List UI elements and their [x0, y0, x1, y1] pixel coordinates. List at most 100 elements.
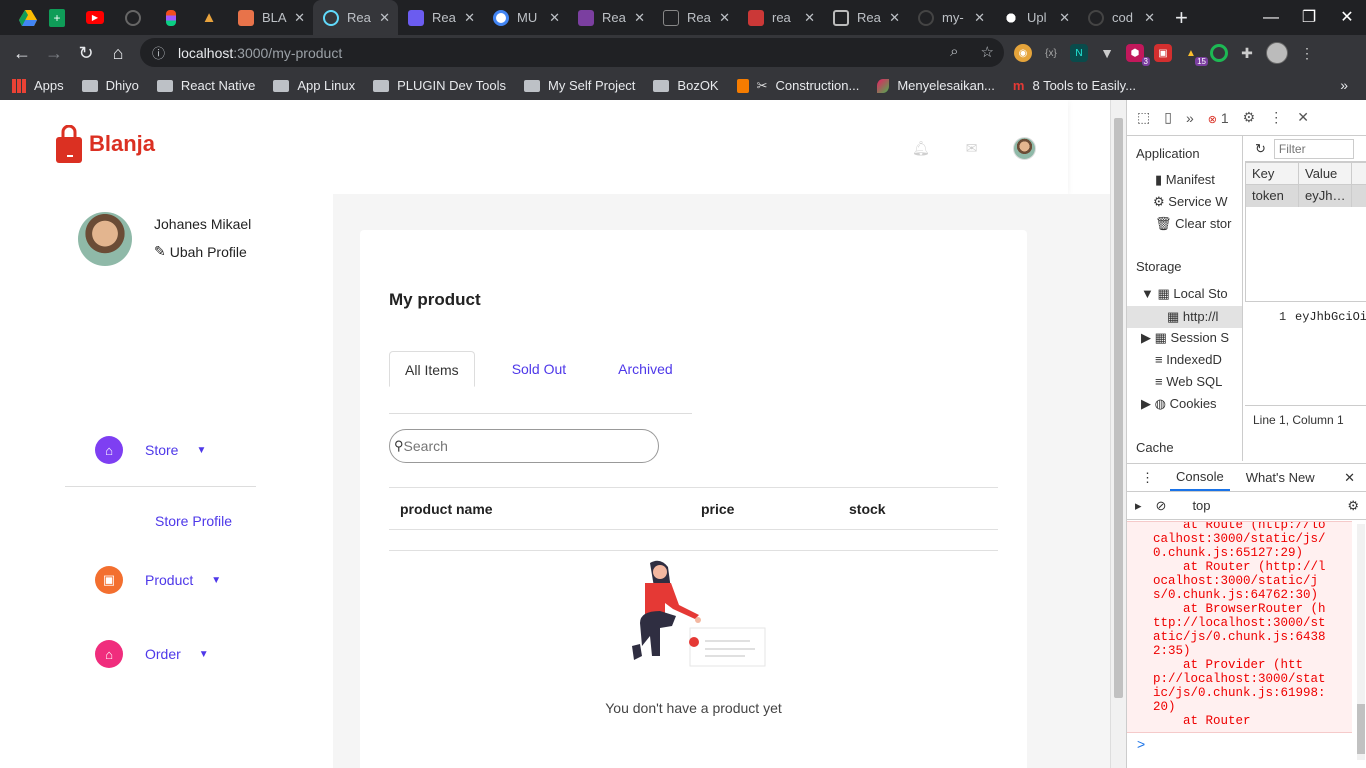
star-bookmark-icon[interactable]: ☆: [981, 43, 994, 61]
bookmark-folder[interactable]: App Linux: [273, 78, 355, 93]
minimize-icon[interactable]: —: [1252, 0, 1290, 35]
tab-8[interactable]: my- ✕: [908, 0, 993, 35]
close-icon[interactable]: ✕: [294, 10, 305, 26]
omnibox[interactable]: ⓘ localhost:3000/my-product ⌕ ☆: [140, 38, 1004, 67]
extension-gift-icon[interactable]: ▣: [1154, 44, 1172, 62]
close-icon[interactable]: ✕: [804, 10, 815, 26]
tab-7[interactable]: Rea ✕: [823, 0, 908, 35]
bookmark-folder[interactable]: React Native: [156, 78, 255, 93]
console-prompt[interactable]: >: [1137, 736, 1145, 752]
cookies-item[interactable]: ▶ ◍ Cookies: [1141, 396, 1217, 412]
close-icon[interactable]: ✕: [719, 10, 730, 26]
settings-gear-icon[interactable]: ⚙: [1243, 109, 1256, 126]
extension-owl-icon[interactable]: ◉: [1014, 44, 1032, 62]
tab-4[interactable]: Rea ✕: [568, 0, 653, 35]
close-drawer-icon[interactable]: ✕: [1344, 470, 1355, 486]
service-workers-item[interactable]: ⚙ Service W: [1153, 194, 1228, 210]
new-tab-plus-icon[interactable]: +: [1175, 5, 1188, 31]
tab-6[interactable]: rea ✕: [738, 0, 823, 35]
tab-1-active[interactable]: Rea ✕: [313, 0, 398, 35]
extension-vue-icon[interactable]: ▼: [1098, 44, 1116, 62]
close-icon[interactable]: ✕: [1059, 10, 1070, 26]
more-bookmarks-icon[interactable]: »: [1340, 77, 1348, 93]
tab-9[interactable]: Upl ✕: [993, 0, 1078, 35]
pinned-tab-figma[interactable]: [152, 0, 190, 35]
extension-braces-icon[interactable]: {x}: [1042, 44, 1060, 62]
close-icon[interactable]: ✕: [464, 10, 475, 26]
console-scrollbar[interactable]: [1357, 524, 1365, 760]
websql-item[interactable]: ≡ Web SQL: [1155, 374, 1222, 389]
scrollbar-thumb[interactable]: [1114, 118, 1123, 698]
back-arrow-icon[interactable]: ←: [6, 43, 38, 64]
chrome-menu-icon[interactable]: ⋮: [1298, 44, 1316, 62]
sidebar-item-store[interactable]: ⌂ Store ▼: [95, 436, 206, 464]
close-icon[interactable]: ✕: [379, 10, 390, 26]
tab-5[interactable]: Rea ✕: [653, 0, 738, 35]
tab-2[interactable]: Rea ✕: [398, 0, 483, 35]
refresh-icon[interactable]: ↻: [1255, 141, 1266, 157]
sidebar-subitem-store-profile[interactable]: Store Profile: [155, 513, 232, 529]
sidebar-item-product[interactable]: ▣ Product ▼: [95, 566, 221, 594]
value-preview-text[interactable]: eyJhbGciOi: [1295, 310, 1366, 324]
table-row[interactable]: token eyJh…: [1246, 185, 1366, 207]
url-text[interactable]: localhost:3000/my-product: [178, 45, 342, 61]
extension-n-icon[interactable]: N: [1070, 44, 1088, 62]
console-settings-icon[interactable]: ⚙: [1347, 498, 1359, 514]
search-input[interactable]: [403, 438, 624, 454]
indexeddb-item[interactable]: ≡ IndexedD: [1155, 352, 1222, 367]
context-selector[interactable]: top: [1192, 498, 1210, 513]
tab-whats-new[interactable]: What's New: [1246, 470, 1315, 485]
zoom-search-icon[interactable]: ⌕: [950, 43, 958, 61]
forward-arrow-icon[interactable]: →: [38, 43, 70, 64]
bookmark-folder[interactable]: BozOK: [653, 78, 719, 93]
sidebar-toggle-icon[interactable]: ▸: [1135, 498, 1142, 514]
tab-sold-out[interactable]: Sold Out: [497, 351, 581, 387]
scrollbar-thumb[interactable]: [1357, 704, 1365, 754]
tab-all-items[interactable]: All Items: [389, 351, 475, 387]
bookmark-link[interactable]: Menyelesaikan...: [877, 78, 995, 93]
clear-storage-item[interactable]: 🗑︎ Clear stor: [1155, 216, 1232, 232]
tab-0[interactable]: BLA ✕: [228, 0, 313, 35]
close-devtools-icon[interactable]: ✕: [1297, 109, 1309, 126]
clear-console-icon[interactable]: ⊘: [1156, 498, 1167, 514]
pinned-tab-misc[interactable]: ▲: [190, 0, 228, 35]
bookmark-apps[interactable]: Apps: [12, 78, 64, 93]
maximize-icon[interactable]: ❐: [1290, 0, 1328, 35]
extension-warning-icon[interactable]: ▲ 15: [1182, 44, 1208, 66]
bookmark-link[interactable]: ✂ Construction...: [736, 78, 859, 94]
manifest-item[interactable]: ▮ Manifest: [1155, 172, 1215, 188]
bookmark-folder[interactable]: Dhiyo: [81, 78, 139, 93]
edit-profile-link[interactable]: ✎ Ubah Profile: [154, 243, 247, 260]
pinned-tab-drive[interactable]: [18, 8, 38, 28]
brand-logo[interactable]: Blanja: [55, 125, 155, 163]
local-storage-origin-item[interactable]: ▦ http://l: [1127, 306, 1242, 328]
inspect-element-icon[interactable]: ⬚: [1137, 109, 1150, 126]
close-icon[interactable]: ✕: [634, 10, 645, 26]
extension-badge-icon[interactable]: ⬢ 3: [1126, 44, 1150, 66]
home-icon[interactable]: ⌂: [102, 43, 134, 64]
reload-icon[interactable]: ↻: [70, 43, 102, 64]
close-icon[interactable]: ✕: [889, 10, 900, 26]
tab-console[interactable]: Console: [1170, 464, 1230, 491]
bookmark-folder[interactable]: My Self Project: [524, 78, 635, 93]
tab-3[interactable]: MU ✕: [483, 0, 568, 35]
bookmark-folder[interactable]: PLUGIN Dev Tools: [373, 78, 506, 93]
page-scrollbar[interactable]: [1110, 100, 1126, 768]
session-storage-item[interactable]: ▶ ▦ Session S: [1141, 330, 1229, 346]
local-storage-item[interactable]: ▼ ▦ Local Sto: [1141, 286, 1228, 302]
error-counter[interactable]: ⊗ 1: [1208, 110, 1229, 126]
header-avatar[interactable]: [1013, 137, 1036, 160]
info-icon[interactable]: ⓘ: [152, 43, 170, 62]
pinned-tab-youtube[interactable]: ▶: [76, 0, 114, 35]
pinned-tab-sheets[interactable]: +: [38, 0, 76, 35]
pinned-tab-github[interactable]: [114, 0, 152, 35]
close-icon[interactable]: ✕: [549, 10, 560, 26]
tab-10[interactable]: cod ✕: [1078, 0, 1163, 35]
tab-archived[interactable]: Archived: [603, 351, 687, 387]
more-panels-icon[interactable]: »: [1186, 110, 1194, 126]
profile-avatar[interactable]: [1266, 42, 1288, 64]
device-toggle-icon[interactable]: ▯: [1164, 109, 1172, 126]
close-icon[interactable]: ✕: [974, 10, 985, 26]
extensions-puzzle-icon[interactable]: ✚: [1238, 44, 1256, 62]
sidebar-item-order[interactable]: ⌂ Order ▼: [95, 640, 209, 668]
